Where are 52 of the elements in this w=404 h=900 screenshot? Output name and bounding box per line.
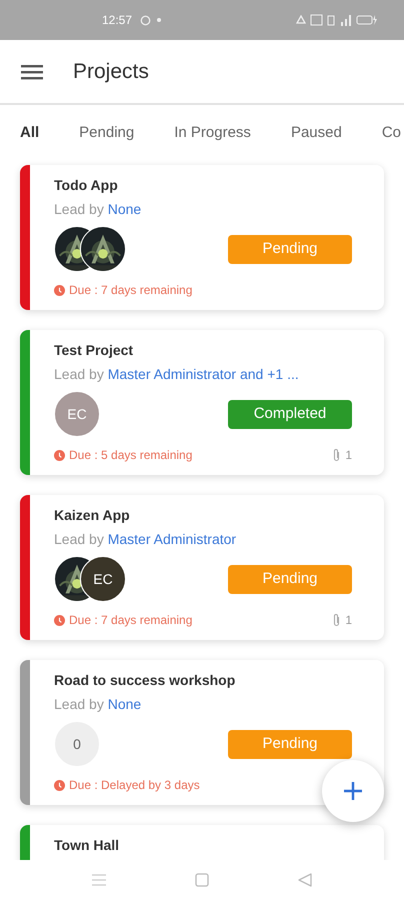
home-icon[interactable]: [194, 873, 209, 887]
avatar: EC: [54, 391, 100, 437]
back-icon[interactable]: [298, 873, 312, 887]
lead-text: Lead by Master Administrator and +1 ...: [54, 365, 300, 384]
avatar: EC: [80, 556, 126, 602]
status-time: 12:57: [102, 12, 132, 29]
lead-link[interactable]: Master Administrator: [108, 531, 236, 547]
clock-icon: [54, 284, 65, 296]
project-card[interactable]: Todo App Lead by None Pending Due : 7 days remaining: [20, 165, 384, 310]
lead-link[interactable]: None: [108, 696, 142, 712]
member-count: 0: [54, 721, 100, 767]
status-badge: Pending: [228, 564, 352, 594]
project-title: Town Hall: [54, 836, 120, 855]
status-badge: Completed: [228, 400, 352, 428]
paperclip-icon: [332, 448, 342, 462]
clock-icon: [54, 614, 65, 626]
recents-icon[interactable]: [92, 874, 106, 886]
paperclip-icon: [332, 613, 342, 627]
lead-link[interactable]: None: [108, 201, 142, 217]
status-badge: Pending: [228, 234, 352, 264]
lead-link[interactable]: Master Administrator and +1 ...: [108, 366, 299, 382]
lead-text: Lead by None: [54, 200, 142, 219]
project-card[interactable]: Test Project Lead by Master Administrator and +1 ... EC Completed Due : 5 days remaining 1: [20, 330, 384, 475]
attachment-count: 1: [345, 447, 352, 464]
project-title: Test Project: [54, 341, 134, 360]
tab[interactable]: Pending: [59, 122, 154, 144]
plus-icon: [343, 781, 363, 801]
lead-text: Lead by None: [54, 695, 142, 714]
due-text: Due : 7 days remaining: [69, 612, 192, 629]
attachment-count: 1: [345, 612, 352, 629]
tab[interactable]: All: [0, 122, 60, 144]
due-text: Due : 7 days remaining: [69, 282, 192, 299]
tab[interactable]: Paused: [270, 122, 362, 144]
project-title: Road to success workshop: [54, 671, 236, 690]
project-card[interactable]: Road to success workshop Lead by None 0 Pending Due : Delayed by 3 days: [20, 660, 384, 805]
clock-icon: [54, 450, 65, 460]
due-text: Due : Delayed by 3 days: [69, 777, 200, 794]
status-badge: Pending: [228, 730, 352, 758]
clock-icon: [54, 780, 65, 790]
page-title: Projects: [73, 58, 149, 85]
signal-icon: [339, 14, 352, 26]
notification-dot-icon: [157, 18, 162, 22]
project-card[interactable]: Kaizen App Lead by Master Administrator EC Pending Due : 7 days remaining 1: [20, 495, 384, 640]
menu-icon[interactable]: [21, 64, 43, 80]
battery-charging-icon: [356, 15, 378, 25]
project-title: Todo App: [54, 176, 119, 195]
tab[interactable]: Co: [362, 122, 404, 144]
lead-text: Lead by Master Administrator: [54, 530, 238, 549]
project-card[interactable]: Town Hall: [20, 825, 384, 860]
due-text: Due : 5 days remaining: [69, 447, 192, 464]
tab[interactable]: In Progress: [154, 122, 271, 144]
project-title: Kaizen App: [54, 506, 131, 525]
